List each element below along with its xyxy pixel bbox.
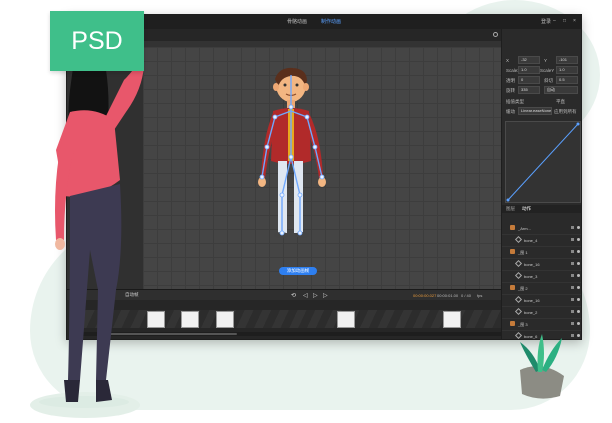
tab-animate[interactable]: 制作动画 xyxy=(321,18,341,25)
tree-label: bone_16 xyxy=(524,298,540,303)
eye-icon[interactable] xyxy=(577,286,580,289)
interp-value[interactable]: 平直 xyxy=(556,99,565,105)
tree-label: _图 3 xyxy=(518,322,528,327)
keyframe-thumb[interactable] xyxy=(216,311,234,328)
woman-right-shoe xyxy=(96,380,112,402)
play-icon[interactable]: ▷ xyxy=(313,292,318,299)
tree-label: _Arm... xyxy=(518,226,531,231)
woman-shadow xyxy=(39,396,129,408)
current-time: 00:00:00.027 xyxy=(413,293,437,298)
fps-value[interactable]: 0 / 40 xyxy=(461,293,471,298)
fps-unit: fps xyxy=(477,293,483,298)
woman-illustration xyxy=(39,53,144,408)
bone-icon xyxy=(514,295,523,304)
alpha-field[interactable]: 0 xyxy=(518,76,540,84)
tab-skeleton[interactable]: 骨骼动画 xyxy=(287,18,307,25)
title-bar: 骨骼动画 制作动画 登录 – □ × xyxy=(67,15,581,29)
eye-icon[interactable] xyxy=(577,298,580,301)
bone-icon xyxy=(514,307,523,316)
easing-select[interactable]: Linear.easeNone xyxy=(518,107,552,115)
easing-curve-graph[interactable] xyxy=(505,121,581,203)
easing-curve-line xyxy=(507,123,579,201)
plant-leaf xyxy=(537,334,544,372)
woman-pants xyxy=(68,184,122,380)
tab-actions[interactable]: 动作 xyxy=(522,206,531,212)
tree-label: bone_4 xyxy=(524,238,538,243)
woman-left-shoe xyxy=(64,380,80,402)
keyframe-thumb[interactable] xyxy=(443,311,461,328)
lock-icon[interactable] xyxy=(571,262,574,265)
bone-icon xyxy=(514,271,523,280)
character-right-leg xyxy=(294,161,303,233)
lock-icon[interactable] xyxy=(571,238,574,241)
scalex-field[interactable]: 1.0 xyxy=(518,66,540,74)
scaley-field[interactable]: 1.0 xyxy=(556,66,578,74)
lock-icon[interactable] xyxy=(571,250,574,253)
login-link[interactable]: 登录 xyxy=(541,18,551,25)
total-duration: 00:00:01.00 xyxy=(437,293,459,298)
skew-field[interactable]: 0.5 xyxy=(556,76,578,84)
eye-icon[interactable] xyxy=(577,322,580,325)
x-field[interactable]: -32 xyxy=(518,56,540,64)
tree-label: bone_16 xyxy=(524,262,540,267)
tree-label: _图 2 xyxy=(518,286,528,291)
bone-icon xyxy=(514,235,523,244)
easing-label: 缓动 xyxy=(506,109,515,114)
zoom-icon[interactable] xyxy=(493,32,498,37)
scaley-label: ScaleY xyxy=(540,68,555,73)
eye-icon[interactable] xyxy=(577,238,580,241)
tab-layers[interactable]: 图层 xyxy=(506,206,515,212)
eye-icon[interactable] xyxy=(577,334,580,337)
keyframe-thumb[interactable] xyxy=(147,311,165,328)
psd-badge: PSD xyxy=(50,11,144,71)
woman-left-hand xyxy=(55,238,65,250)
eye-icon[interactable] xyxy=(577,262,580,265)
y-label: Y xyxy=(544,58,548,63)
curve-handle xyxy=(506,198,510,202)
tree-label: _图 1 xyxy=(518,250,528,255)
x-label: X xyxy=(506,58,510,63)
keyframe-thumb[interactable] xyxy=(337,311,355,328)
bone-icon xyxy=(514,259,523,268)
next-frame-icon[interactable]: ▷ xyxy=(323,292,328,299)
tree-label: bone_2 xyxy=(524,310,538,315)
keyframe-thumb[interactable] xyxy=(181,311,199,328)
character-figure[interactable] xyxy=(245,67,345,247)
skew-label: 斜切 xyxy=(544,78,553,83)
lock-icon[interactable] xyxy=(571,274,574,277)
character-eye xyxy=(283,83,287,87)
minimize-button[interactable]: – xyxy=(553,18,556,24)
prev-frame-icon[interactable]: ◁ xyxy=(303,292,308,299)
lock-icon[interactable] xyxy=(571,298,574,301)
eye-icon[interactable] xyxy=(577,274,580,277)
properties-panel: X -32 Y -101 ScaleX 1.0 ScaleY 1.0 透明 0 … xyxy=(501,29,581,339)
rotation-field[interactable]: 335 xyxy=(518,86,540,94)
character-eye xyxy=(295,83,299,87)
lock-icon[interactable] xyxy=(571,226,574,229)
close-button[interactable]: × xyxy=(573,18,576,24)
lock-icon[interactable] xyxy=(571,286,574,289)
panel-tabs: 图层 动作 xyxy=(502,205,581,213)
plant-decoration xyxy=(520,334,564,399)
lock-icon[interactable] xyxy=(571,322,574,325)
eye-icon[interactable] xyxy=(577,310,580,313)
rotation-label: 旋转 xyxy=(506,88,515,93)
eye-icon[interactable] xyxy=(577,250,580,253)
eye-icon[interactable] xyxy=(577,226,580,229)
add-keyframe-button[interactable]: 添加动画帧 xyxy=(279,267,317,275)
loop-icon[interactable]: ⟲ xyxy=(291,292,296,299)
plant-leaf xyxy=(542,338,562,372)
character-ear xyxy=(303,83,309,91)
alpha-label: 透明 xyxy=(506,78,515,83)
lock-icon[interactable] xyxy=(571,310,574,313)
apply-all-button[interactable]: 应用到所有 xyxy=(554,109,577,115)
interp-label: 插值类型 xyxy=(506,99,524,104)
character-ear xyxy=(273,83,279,91)
maximize-button[interactable]: □ xyxy=(563,18,566,24)
rotation-auto-field[interactable]: 自动 xyxy=(544,86,578,94)
tree-label: bone_3 xyxy=(524,274,538,279)
curve-handle xyxy=(576,122,580,126)
y-field[interactable]: -101 xyxy=(556,56,578,64)
